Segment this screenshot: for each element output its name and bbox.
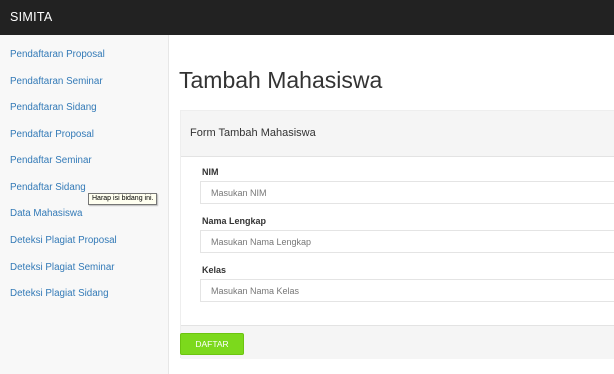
panel-footer xyxy=(181,325,614,359)
sidebar-item-pendaftaran-proposal[interactable]: Pendaftaran Proposal xyxy=(10,49,105,60)
sidebar-item-deteksi-plagiat-sidang[interactable]: Deteksi Plagiat Sidang xyxy=(10,288,109,299)
sidebar-item-pendaftaran-seminar[interactable]: Pendaftaran Seminar xyxy=(10,76,103,87)
nim-input[interactable] xyxy=(200,181,614,204)
sidebar-item-data-mahasiswa[interactable]: Data Mahasiswa xyxy=(10,208,82,219)
form-panel: Form Tambah Mahasiswa NIM Nama Lengkap K… xyxy=(180,110,614,359)
sidebar-item-pendaftar-proposal[interactable]: Pendaftar Proposal xyxy=(10,129,94,140)
kelas-input[interactable] xyxy=(200,279,614,302)
panel-title: Form Tambah Mahasiswa xyxy=(190,127,316,139)
sidebar-item-pendaftar-seminar[interactable]: Pendaftar Seminar xyxy=(10,155,92,166)
page-title: Tambah Mahasiswa xyxy=(179,67,383,93)
panel-body: NIM Nama Lengkap Kelas xyxy=(181,157,614,325)
nim-label: NIM xyxy=(202,167,219,177)
top-navbar: SIMITA xyxy=(0,0,614,35)
panel-heading: Form Tambah Mahasiswa xyxy=(181,111,614,157)
nama-lengkap-input[interactable] xyxy=(200,230,614,253)
main-content: Tambah Mahasiswa Form Tambah Mahasiswa N… xyxy=(170,35,614,374)
sidebar-item-deteksi-plagiat-seminar[interactable]: Deteksi Plagiat Seminar xyxy=(10,262,115,273)
kelas-label: Kelas xyxy=(202,265,227,275)
sidebar-item-pendaftaran-sidang[interactable]: Pendaftaran Sidang xyxy=(10,102,97,113)
validation-tooltip: Harap isi bidang ini. xyxy=(88,193,158,205)
sidebar-item-deteksi-plagiat-proposal[interactable]: Deteksi Plagiat Proposal xyxy=(10,235,117,246)
daftar-submit-button[interactable]: DAFTAR xyxy=(180,333,244,355)
sidebar-item-pendaftar-sidang[interactable]: Pendaftar Sidang xyxy=(10,182,86,193)
nama-lengkap-label: Nama Lengkap xyxy=(202,216,267,226)
brand-logo[interactable]: SIMITA xyxy=(10,10,53,24)
